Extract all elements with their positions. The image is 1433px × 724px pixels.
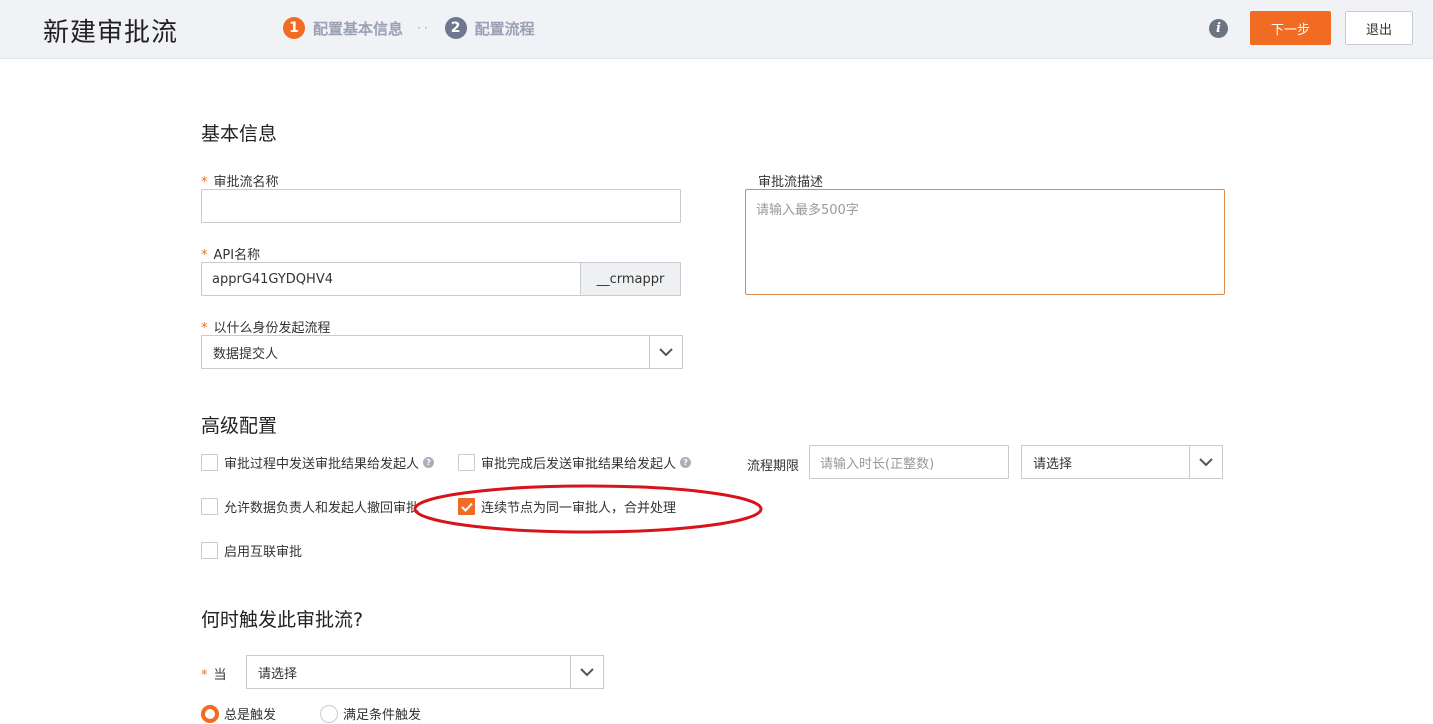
api-name-value: apprG41GYDQHV4 [212, 271, 333, 287]
step-indicator: 1 配置基本信息 ·· 2 配置流程 [283, 17, 535, 39]
chevron-down-icon[interactable] [1189, 446, 1222, 478]
radio-conditional[interactable]: 满足条件触发 [320, 704, 421, 723]
approval-name-label-text: 审批流名称 [213, 175, 279, 190]
description-label: 审批流描述 [758, 175, 824, 190]
step-label-process: 配置流程 [474, 19, 535, 38]
help-icon[interactable]: ? [423, 457, 435, 468]
trigger-select[interactable]: 请选择 [246, 655, 604, 689]
required-mark: * [201, 175, 208, 190]
annotation-ellipse [413, 484, 763, 534]
option-label: 审批完成后发送审批结果给发起人 [481, 457, 677, 472]
trigger-select-value: 请选择 [258, 666, 298, 682]
period-duration-input[interactable]: 请输入时长(正整数) [809, 445, 1009, 479]
exit-button[interactable]: 退出 [1345, 11, 1413, 45]
identity-label: * 以什么身份发起流程 [201, 317, 331, 336]
step-label-basic-info: 配置基本信息 [313, 19, 404, 38]
required-mark: * [201, 248, 208, 263]
step-number-2: 2 [444, 17, 467, 39]
info-icon[interactable]: i [1209, 19, 1228, 38]
identity-select-value: 数据提交人 [213, 346, 279, 362]
period-unit-value: 请选择 [1033, 456, 1073, 472]
checkbox[interactable] [458, 454, 475, 471]
radio-always[interactable]: 总是触发 [201, 704, 276, 723]
radio-label: 总是触发 [224, 708, 277, 723]
api-name-suffix: __crmappr [580, 263, 680, 295]
api-name-label-text: API名称 [213, 248, 261, 263]
identity-select[interactable]: 数据提交人 [201, 335, 683, 369]
chevron-down-icon[interactable] [570, 656, 603, 688]
identity-label-text: 以什么身份发起流程 [213, 321, 331, 336]
api-name-label: * API名称 [201, 244, 260, 263]
when-label-text: 当 [213, 668, 227, 683]
step-basic-info[interactable]: 1 配置基本信息 [283, 17, 403, 39]
when-label: * 当 [201, 664, 227, 683]
approval-name-input[interactable] [201, 189, 681, 223]
period-label: 流程期限 [747, 459, 800, 474]
basic-info-heading: 基本信息 [201, 123, 278, 145]
checkbox[interactable] [201, 454, 218, 471]
chevron-down-icon[interactable] [649, 336, 682, 368]
radio-button-checked[interactable] [201, 704, 219, 723]
approval-name-label: * 审批流名称 [201, 171, 279, 190]
page-title: 新建审批流 [43, 18, 179, 48]
option-notify-during[interactable]: 审批过程中发送审批结果给发起人 ? [201, 453, 435, 472]
checkbox[interactable] [201, 498, 218, 515]
trigger-heading: 何时触发此审批流? [201, 609, 364, 631]
required-mark: * [201, 668, 208, 683]
checkbox[interactable] [201, 542, 218, 559]
option-label: 审批过程中发送审批结果给发起人 [224, 457, 420, 472]
period-unit-select[interactable]: 请选择 [1021, 445, 1223, 479]
radio-label: 满足条件触发 [343, 708, 422, 723]
advanced-heading: 高级配置 [201, 415, 278, 437]
description-textarea[interactable]: 请输入最多500字 [745, 189, 1225, 295]
top-header: 新建审批流 1 配置基本信息 ·· 2 配置流程 i 下一步 退出 [0, 0, 1433, 59]
step-separator: ·· [417, 21, 431, 35]
option-interconnect[interactable]: 启用互联审批 [201, 541, 302, 560]
step-process[interactable]: 2 配置流程 [444, 17, 535, 39]
help-icon[interactable]: ? [680, 457, 692, 468]
option-notify-after[interactable]: 审批完成后发送审批结果给发起人 ? [458, 453, 692, 472]
api-name-input[interactable]: apprG41GYDQHV4 __crmappr [201, 262, 681, 296]
required-mark: * [201, 321, 208, 336]
option-label: 启用互联审批 [224, 545, 303, 560]
option-allow-withdraw[interactable]: 允许数据负责人和发起人撤回审批 [201, 497, 419, 516]
option-label: 允许数据负责人和发起人撤回审批 [224, 501, 420, 516]
step-number-1: 1 [283, 17, 305, 39]
next-step-button[interactable]: 下一步 [1250, 11, 1331, 45]
radio-button[interactable] [320, 704, 338, 723]
